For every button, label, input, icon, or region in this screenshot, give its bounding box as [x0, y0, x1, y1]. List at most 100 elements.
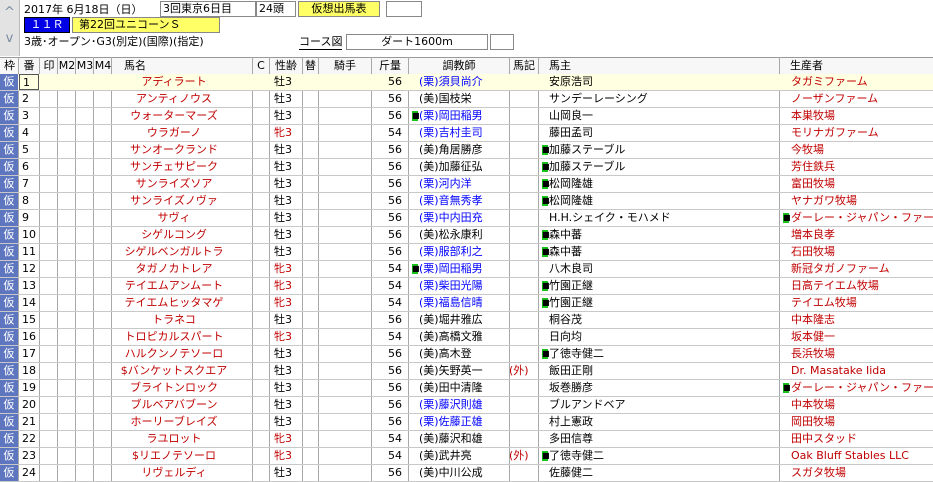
table-row[interactable]: 仮 8 サンライズノヴァ 牡3 56 (栗)音無秀孝 ■ 松岡隆雄 ヤナガワ牧場 [0, 193, 933, 210]
table-row[interactable]: 仮 21 ホーリーブレイズ 牡3 56 (栗)佐藤正雄 村上憲政 岡田牧場 [0, 414, 933, 431]
foreign-tag: (外) [509, 364, 529, 377]
horse-name: サヴィ [157, 211, 191, 224]
course-map-button[interactable]: コース図 [299, 35, 343, 50]
table-row[interactable]: 仮 24 リヴェルディ 牡3 56 (美)中川公成 佐藤健二 スガタ牧場 [0, 465, 933, 482]
breeder-name: 田中スタッド [791, 432, 857, 445]
table-row[interactable]: 仮 16 トロピカルスパート 牝3 54 (美)高橋文雅 日向均 坂本健一 [0, 329, 933, 346]
col-weight[interactable]: 斤量 [372, 58, 408, 74]
marker-icon: ■ [412, 111, 420, 121]
col-breeder[interactable]: 生産者 [780, 58, 933, 74]
horse-number: 18 [22, 364, 36, 377]
sex-age: 牝3 [274, 126, 292, 139]
col-waku[interactable]: 枠 [1, 58, 18, 74]
weight: 56 [388, 466, 402, 479]
horse-name: タガノカトレア [135, 262, 213, 275]
kari-badge: 仮 [0, 465, 18, 481]
breeder-name: 芳住鉄兵 [791, 160, 835, 173]
col-m2[interactable]: M2 [58, 58, 76, 74]
col-trainer[interactable]: 調教師 [409, 58, 509, 74]
weight: 56 [388, 109, 402, 122]
sex-age: 牝3 [274, 449, 292, 462]
col-sexage[interactable]: 性齢 [270, 58, 302, 74]
table-row[interactable]: 仮 2 アンティノウス 牡3 56 (美)国枝栄 サンデーレーシング ノーザンファーム [0, 91, 933, 108]
horse-number: 14 [22, 296, 36, 309]
table-row[interactable]: 仮 4 ウラガーノ 牝3 54 (栗)吉村圭司 藤田孟司 モリナガファーム [0, 125, 933, 142]
table-row[interactable]: 仮 5 サンオークランド 牡3 56 (美)角居勝彦 ■ 加藤ステーブル 今牧場 [0, 142, 933, 159]
col-umaki[interactable]: 馬記 [510, 58, 538, 74]
table-row[interactable]: 仮 22 ラユロット 牝3 54 (美)藤沢和雄 多田信尊 田中スタッド [0, 431, 933, 448]
marker-icon: ■ [542, 281, 550, 291]
kari-badge: 仮 [0, 159, 18, 175]
table-row[interactable]: 仮 19 ブライトンロック 牡3 56 (美)田中清隆 坂巻勝彦 ■ ダーレー・ジャパン・ファー… [0, 380, 933, 397]
col-m4[interactable]: M4 [94, 58, 112, 74]
weight: 56 [388, 194, 402, 207]
table-row[interactable]: 仮 23 $リエノテソーロ 牝3 54 (美)武井亮 (外) ■ 了徳寺健二 Oak Bluff … [0, 448, 933, 465]
owner-name: 安原浩司 [549, 75, 593, 88]
scroll-up-icon[interactable]: ^ [2, 2, 17, 24]
horse-number: 15 [22, 313, 36, 326]
table-row[interactable]: 仮 17 ハルクンノテソーロ 牡3 56 (美)高木登 ■ 了徳寺健二 長浜牧場 [0, 346, 933, 363]
trainer-name: (栗)岡田稲男 [419, 262, 483, 275]
trainer-name: (美)中川公成 [419, 466, 483, 479]
horse-number: 11 [22, 245, 36, 258]
table-row[interactable]: 仮 13 テイエムアンムート 牝3 54 (栗)柴田光陽 ■ 竹園正継 日高テイエム牧場 [0, 278, 933, 295]
horse-number: 3 [22, 109, 29, 122]
table-row[interactable]: 仮 20 ブルベアバブーン 牡3 56 (栗)藤沢則雄 ブルアンドベア 中本牧場 [0, 397, 933, 414]
col-owner[interactable]: 馬主 [539, 58, 789, 74]
sex-age: 牡3 [274, 109, 292, 122]
horse-number: 12 [22, 262, 36, 275]
trainer-name: (栗)服部利之 [419, 245, 483, 258]
weight: 56 [388, 75, 402, 88]
horse-number: 20 [22, 398, 36, 411]
table-row[interactable]: 仮 15 トラネコ 牡3 56 (美)堀井雅広 桐谷茂 中本隆志 [0, 312, 933, 329]
table-row[interactable]: 仮 7 サンライズソア 牡3 56 (栗)河内洋 ■ 松岡隆雄 富田牧場 [0, 176, 933, 193]
trainer-name: (栗)藤沢則雄 [419, 398, 483, 411]
col-shirushi[interactable]: 印 [40, 58, 58, 74]
horse-number: 10 [22, 228, 36, 241]
horse-number: 19 [22, 381, 36, 394]
marker-icon: ■ [542, 196, 550, 206]
scroll-down-icon[interactable]: v [2, 28, 17, 50]
sex-age: 牡3 [274, 398, 292, 411]
owner-name: ブルアンドベア [549, 398, 626, 411]
horse-name: サンオークランド [130, 143, 218, 156]
table-row[interactable]: 仮 12 タガノカトレア 牝3 54 ■ (栗)岡田稲男 八木良司 新冠タガノファーム [0, 261, 933, 278]
breeder-name: タガミファーム [791, 75, 868, 88]
kari-badge: 仮 [0, 91, 18, 107]
breeder-name: ヤナガワ牧場 [791, 194, 857, 207]
horse-name: シゲルベンガルトラ [124, 245, 224, 258]
owner-name: 松岡隆雄 [549, 194, 593, 207]
breeder-name: 中本隆志 [791, 313, 835, 326]
owner-name: 竹園正継 [549, 296, 593, 309]
horse-name: サンライズノヴァ [130, 194, 218, 207]
col-ban[interactable]: 番 [19, 58, 39, 74]
column-header: 枠 番 印 M2 M3 M4 馬名 C 性齢 替 騎手 斤量 調教師 馬記 馬主… [0, 57, 933, 75]
col-jockey[interactable]: 騎手 [319, 58, 371, 74]
table-row[interactable]: 仮 18 $バンケットスクエア 牡3 56 (美)矢野英一 (外) 飯田正剛 Dr. Masat… [0, 363, 933, 380]
table-row[interactable]: 仮 9 サヴィ 牡3 56 (栗)中内田充 H.H.シェイク・モハメド ■ ダーレー・ジャパン・… [0, 210, 933, 227]
col-kae[interactable]: 替 [303, 58, 318, 74]
table-row[interactable]: 仮 11 シゲルベンガルトラ 牡3 56 (栗)服部利之 ■ 森中蕃 石田牧場 [0, 244, 933, 261]
breeder-name: 本巣牧場 [791, 109, 835, 122]
owner-name: 山岡良一 [549, 109, 593, 122]
col-horse[interactable]: 馬名 [112, 58, 264, 74]
trainer-name: (美)田中清隆 [419, 381, 483, 394]
col-m3[interactable]: M3 [76, 58, 94, 74]
table-row[interactable]: 仮 6 サンチェサピーク 牡3 56 (美)加藤征弘 ■ 加藤ステーブル 芳住鉄兵 [0, 159, 933, 176]
trainer-name: (栗)吉村圭司 [419, 126, 483, 139]
empty-box-2 [490, 34, 514, 50]
table-row[interactable]: 仮 14 テイエムヒッタマゲ 牝3 54 (栗)福島信晴 ■ 竹園正継 テイエム牧場 [0, 295, 933, 312]
weight: 56 [388, 381, 402, 394]
trainer-name: (栗)河内洋 [419, 177, 472, 190]
horse-name: テイエムアンムート [124, 279, 224, 292]
breeder-name: 石田牧場 [791, 245, 835, 258]
horse-number: 24 [22, 466, 36, 479]
col-c[interactable]: C [253, 58, 269, 74]
owner-name: 藤田孟司 [549, 126, 593, 139]
table-row[interactable]: 仮 10 シゲルコング 牡3 56 (美)松永康利 ■ 森中蕃 増本良孝 [0, 227, 933, 244]
table-row[interactable]: 仮 3 ウォーターマーズ 牡3 56 ■ (栗)岡田稲男 山岡良一 本巣牧場 [0, 108, 933, 125]
race-name-text: 第22回ユニコーンＳ [79, 18, 181, 31]
table-row[interactable]: 仮 1 アディラート 牡3 56 (栗)須貝尚介 安原浩司 タガミファーム [0, 74, 933, 91]
sex-age: 牡3 [274, 364, 292, 377]
weight: 56 [388, 211, 402, 224]
